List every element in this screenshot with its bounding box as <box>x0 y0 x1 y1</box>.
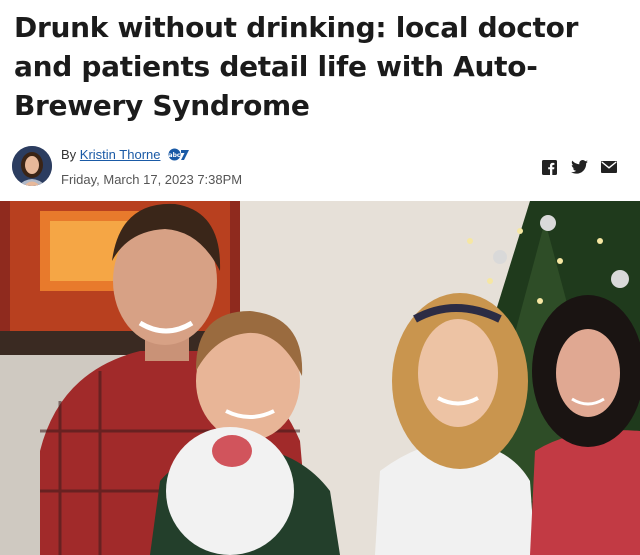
abc7-logo-icon: abc <box>168 148 190 164</box>
author-line: By Kristin Thorne abc <box>61 147 190 164</box>
hero-photo[interactable] <box>0 201 640 555</box>
byline: By Kristin Thorne abc Friday, March 17, … <box>12 146 628 190</box>
email-icon[interactable] <box>600 158 618 176</box>
article-headline: Drunk without drinking: local doctor and… <box>14 11 579 122</box>
publish-date: Friday, March 17, 2023 7:38PM <box>61 172 243 187</box>
by-prefix: By <box>61 147 77 162</box>
twitter-icon[interactable] <box>570 158 588 176</box>
share-bar <box>540 158 618 176</box>
facebook-icon[interactable] <box>540 158 558 176</box>
family-photo-illustration <box>0 201 640 555</box>
author-link[interactable]: Kristin Thorne <box>80 147 161 162</box>
svg-text:abc: abc <box>169 152 181 159</box>
author-avatar[interactable] <box>12 146 52 186</box>
